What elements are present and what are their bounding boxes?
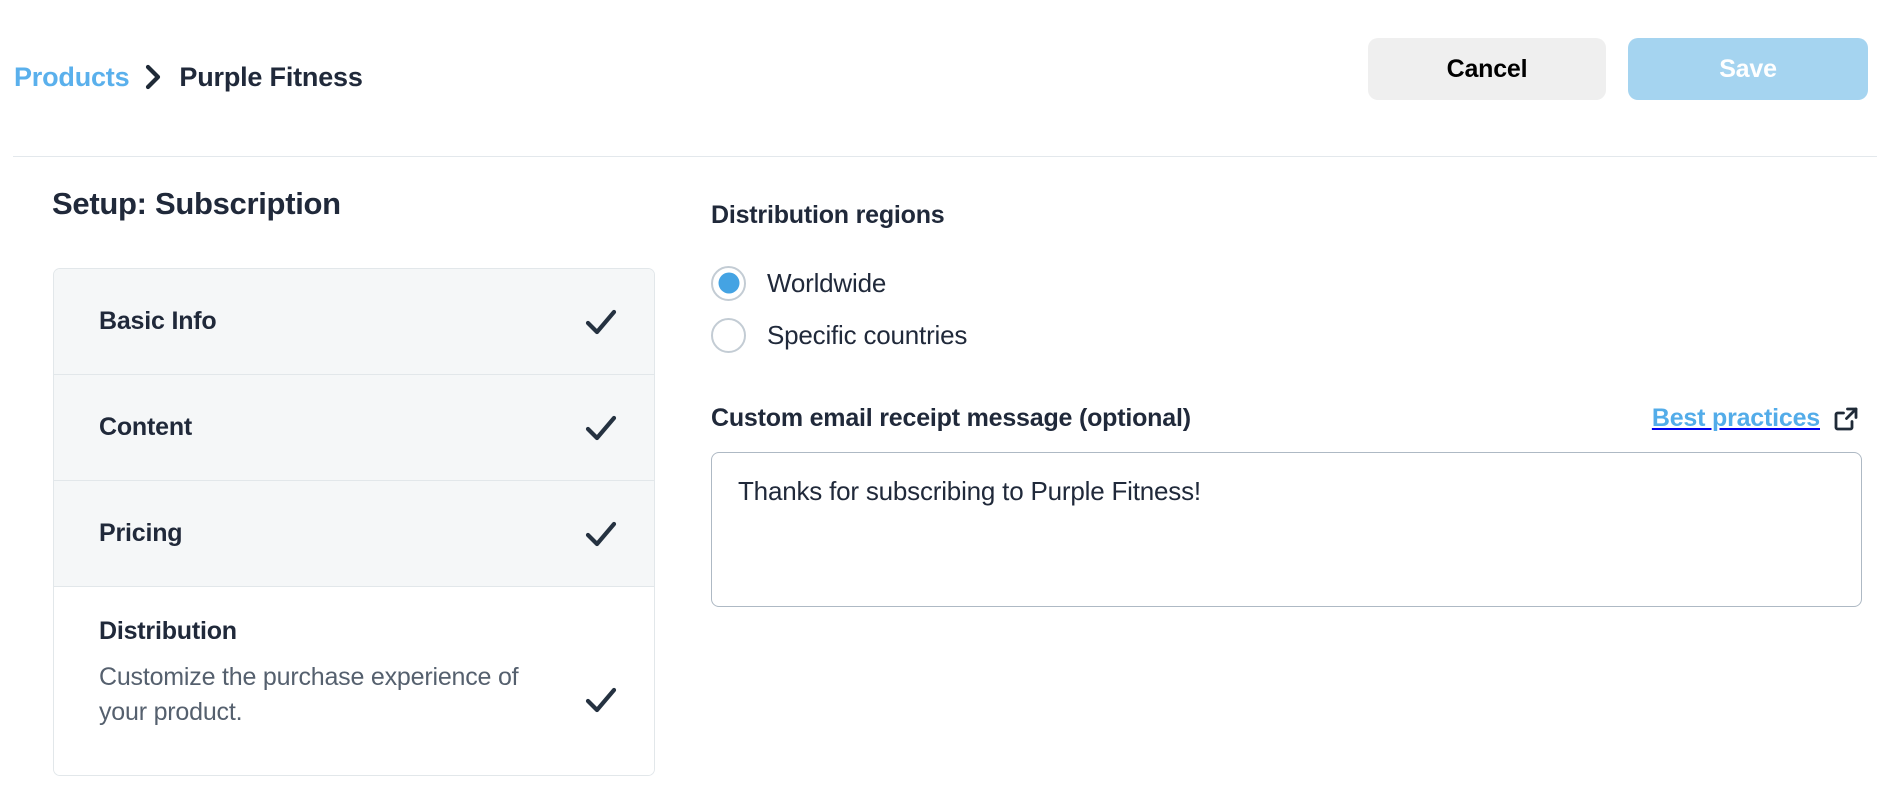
chevron-right-icon: [143, 63, 165, 91]
best-practices-label: Best practices: [1651, 404, 1820, 432]
page-content: Setup: Subscription Basic Info Content P…: [0, 157, 1890, 794]
step-label: Basic Info: [99, 307, 217, 335]
distribution-regions-section: Distribution regions Worldwide Specific …: [711, 201, 967, 361]
best-practices-link[interactable]: Best practices: [1652, 404, 1860, 433]
step-text: Pricing: [99, 519, 584, 548]
distribution-regions-radio-group: Worldwide Specific countries: [711, 257, 967, 361]
radio-worldwide-input[interactable]: [711, 265, 746, 301]
step-label: Pricing: [99, 519, 183, 547]
page-title: Setup: Subscription: [52, 186, 341, 221]
radio-worldwide-label: Worldwide: [767, 267, 887, 298]
external-link-icon: [1832, 405, 1860, 433]
radio-specific-countries-label: Specific countries: [767, 319, 968, 350]
sidebar-item-pricing[interactable]: Pricing: [54, 481, 654, 587]
save-button[interactable]: Save: [1628, 38, 1868, 100]
step-text: Distribution Customize the purchase expe…: [99, 617, 584, 729]
step-text: Content: [99, 413, 584, 442]
breadcrumb-link-products[interactable]: Products: [14, 62, 130, 93]
check-icon: [584, 683, 618, 717]
check-icon: [584, 305, 618, 339]
check-icon: [584, 411, 618, 445]
radio-specific-countries-input[interactable]: [711, 317, 746, 353]
sidebar-item-distribution[interactable]: Distribution Customize the purchase expe…: [54, 587, 654, 775]
custom-email-section: Custom email receipt message (optional) …: [711, 404, 1862, 612]
cancel-button[interactable]: Cancel: [1368, 38, 1606, 100]
custom-email-header: Custom email receipt message (optional) …: [711, 404, 1862, 433]
breadcrumb-current-page: Purple Fitness: [179, 61, 363, 92]
step-description: Customize the purchase experience of you…: [99, 663, 519, 726]
check-icon: [584, 517, 618, 551]
step-label: Distribution: [99, 617, 237, 645]
distribution-regions-label: Distribution regions: [711, 201, 945, 229]
top-bar-actions: Cancel Save: [1368, 38, 1868, 100]
top-bar: Products Purple Fitness Cancel Save: [0, 0, 1890, 157]
custom-email-textarea[interactable]: [711, 452, 1862, 607]
breadcrumb: Products Purple Fitness: [14, 59, 363, 95]
custom-email-label: Custom email receipt message (optional): [711, 404, 1191, 432]
sidebar-item-content[interactable]: Content: [54, 375, 654, 481]
step-text: Basic Info: [99, 307, 584, 336]
radio-option-worldwide[interactable]: Worldwide: [711, 257, 967, 309]
radio-option-specific-countries[interactable]: Specific countries: [711, 309, 967, 361]
step-label: Content: [99, 413, 193, 441]
sidebar-item-basic-info[interactable]: Basic Info: [54, 269, 654, 375]
setup-steps-card: Basic Info Content Pricing Distribution …: [53, 268, 655, 776]
